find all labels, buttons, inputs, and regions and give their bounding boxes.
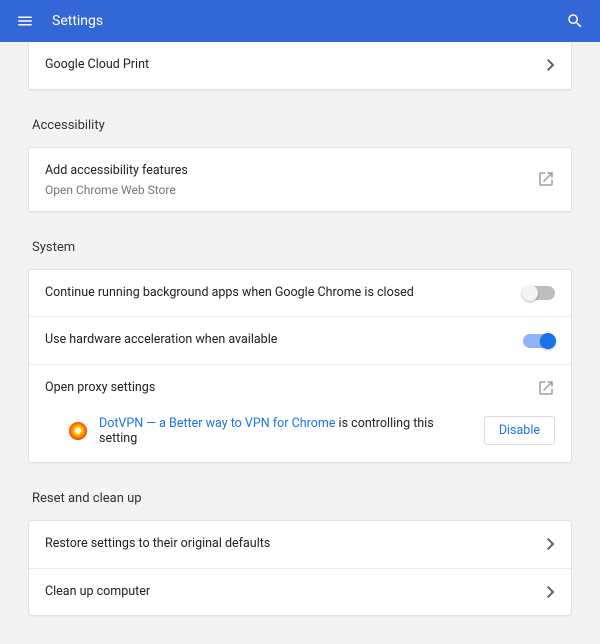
row-label: Add accessibility features [45, 162, 527, 181]
disable-button[interactable]: Disable [484, 416, 555, 445]
row-label: Use hardware acceleration when available [45, 331, 513, 350]
hamburger-icon [16, 12, 34, 30]
restore-defaults-row[interactable]: Restore settings to their original defau… [29, 521, 571, 568]
row-label: Clean up computer [45, 583, 537, 602]
clean-up-computer-row[interactable]: Clean up computer [29, 568, 571, 616]
printing-card: Google Cloud Print [28, 42, 572, 90]
chevron-right-icon [547, 586, 555, 598]
open-proxy-row[interactable]: Open proxy settings [29, 365, 571, 404]
accessibility-card: Add accessibility features Open Chrome W… [28, 147, 572, 212]
open-external-icon [537, 379, 555, 397]
hardware-accel-toggle[interactable] [523, 334, 555, 348]
row-label: Restore settings to their original defau… [45, 535, 537, 554]
row-label: Open proxy settings [45, 379, 527, 398]
dotvpn-icon [69, 422, 87, 440]
page-title: Settings [52, 13, 566, 29]
chevron-right-icon [547, 59, 555, 71]
app-header: Settings [0, 0, 600, 42]
menu-button[interactable] [16, 12, 34, 30]
background-apps-row: Continue running background apps when Go… [29, 270, 571, 317]
system-heading: System [32, 240, 572, 255]
row-label: Continue running background apps when Go… [45, 284, 513, 303]
search-button[interactable] [566, 12, 584, 30]
background-apps-toggle[interactable] [523, 286, 555, 300]
proxy-controlled-row: DotVPN — a Better way to VPN for Chrome … [29, 404, 571, 462]
content: Google Cloud Print Accessibility Add acc… [0, 42, 600, 644]
search-icon [566, 12, 584, 30]
accessibility-heading: Accessibility [32, 118, 572, 133]
reset-card: Restore settings to their original defau… [28, 520, 572, 617]
google-cloud-print-row[interactable]: Google Cloud Print [29, 42, 571, 89]
system-card: Continue running background apps when Go… [28, 269, 572, 463]
toggle-knob [540, 333, 556, 349]
add-accessibility-row[interactable]: Add accessibility features Open Chrome W… [29, 148, 571, 211]
hardware-accel-row: Use hardware acceleration when available [29, 316, 571, 364]
open-external-icon [537, 170, 555, 188]
extension-link[interactable]: DotVPN — a Better way to VPN for Chrome [99, 416, 335, 431]
toggle-knob [522, 285, 538, 301]
reset-heading: Reset and clean up [32, 491, 572, 506]
row-sublabel: Open Chrome Web Store [45, 183, 527, 197]
proxy-block: Open proxy settings DotVPN — a Better wa… [29, 364, 571, 462]
controlled-text: DotVPN — a Better way to VPN for Chrome … [99, 416, 472, 446]
row-label: Google Cloud Print [45, 56, 537, 75]
chevron-right-icon [547, 538, 555, 550]
